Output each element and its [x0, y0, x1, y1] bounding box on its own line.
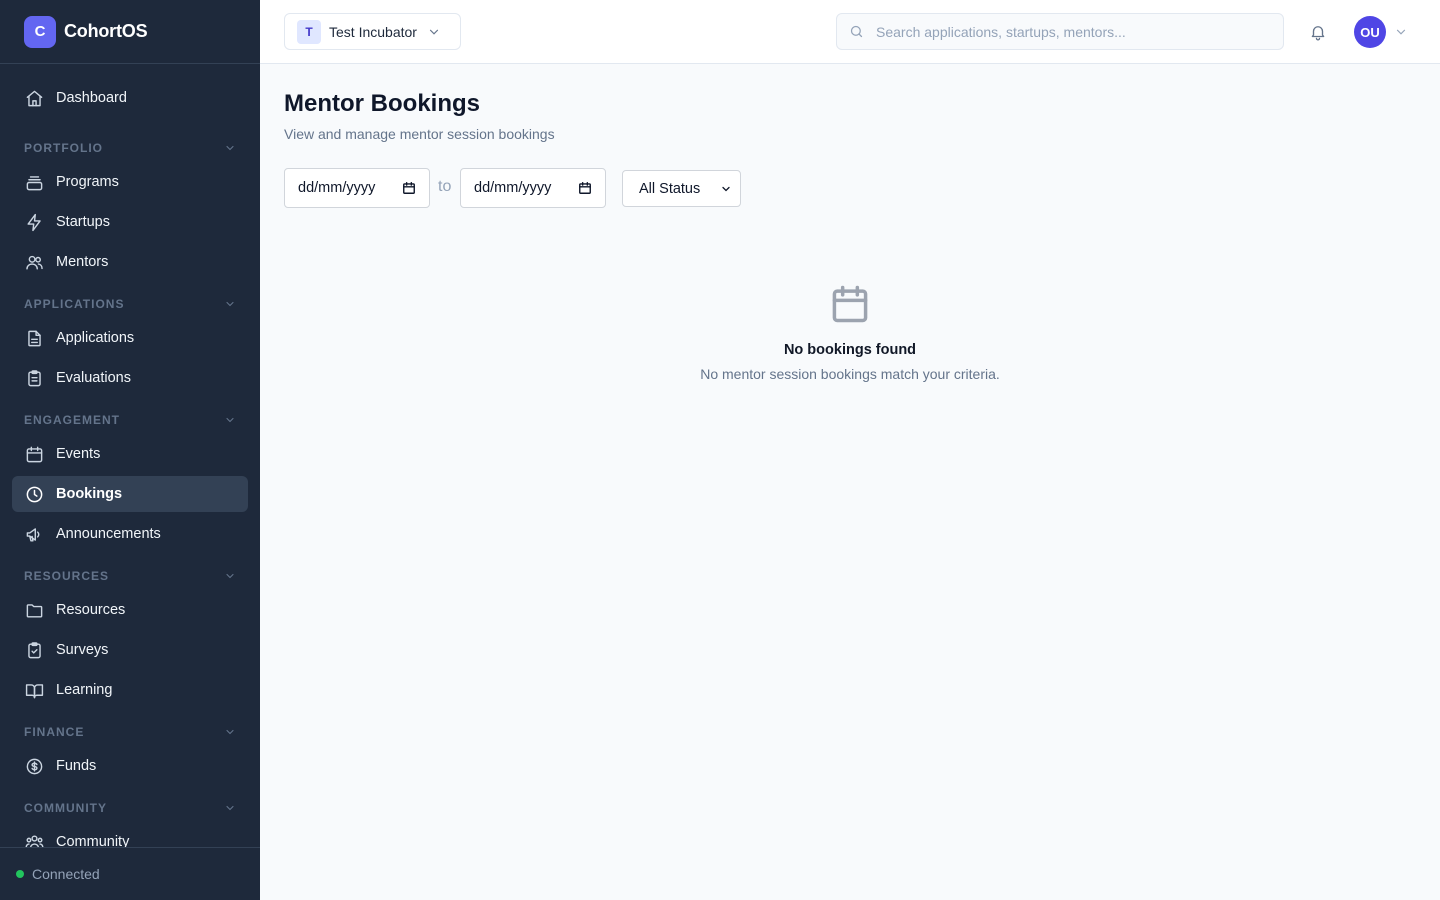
sidebar-item-label: Startups: [56, 214, 110, 230]
book-open-icon: [24, 680, 44, 700]
section-label: ENGAGEMENT: [24, 413, 121, 427]
sidebar: C CohortOS Dashboard PORTFOLIO Programs …: [0, 0, 260, 900]
section-label: COMMUNITY: [24, 801, 107, 815]
sidebar-item-learning[interactable]: Learning: [12, 672, 248, 708]
page-title: Mentor Bookings: [284, 90, 480, 117]
section-finance-toggle[interactable]: FINANCE: [24, 722, 236, 742]
chevron-down-icon: [224, 298, 236, 310]
sidebar-item-community[interactable]: Community: [12, 824, 248, 847]
section-engagement-toggle[interactable]: ENGAGEMENT: [24, 410, 236, 430]
main-content: Mentor Bookings View and manage mentor s…: [284, 64, 1416, 900]
start-date-input[interactable]: dd/mm/yyyy: [284, 168, 430, 208]
sidebar-item-mentors[interactable]: Mentors: [12, 244, 248, 280]
search-icon: [849, 24, 864, 39]
clock-icon: [24, 484, 44, 504]
org-avatar: T: [297, 19, 321, 44]
sidebar-item-label: Learning: [56, 682, 113, 698]
notifications-bell-icon[interactable]: [1306, 20, 1330, 44]
search-box[interactable]: [836, 13, 1284, 50]
sidebar-item-resources[interactable]: Resources: [12, 592, 248, 628]
chevron-down-icon: [224, 802, 236, 814]
sidebar-item-announcements[interactable]: Announcements: [12, 516, 248, 552]
sidebar-item-label: Applications: [56, 330, 135, 346]
org-switcher[interactable]: T Test Incubator: [284, 13, 461, 50]
status-dot: [16, 870, 24, 878]
sidebar-item-bookings[interactable]: Bookings: [12, 476, 248, 512]
sidebar-item-startups[interactable]: Startups: [12, 204, 248, 240]
sidebar-item-applications[interactable]: Applications: [12, 320, 248, 356]
sidebar-item-label: Funds: [56, 758, 97, 774]
sidebar-item-label: Dashboard: [56, 90, 127, 106]
clipboard-check-icon: [24, 640, 44, 660]
calendar-icon: [284, 282, 1416, 326]
calendar-picker-icon[interactable]: [402, 181, 416, 195]
empty-state-description: No mentor session bookings match your cr…: [700, 366, 1000, 382]
sidebar-item-funds[interactable]: Funds: [12, 748, 248, 784]
section-label: RESOURCES: [24, 569, 110, 583]
connection-status: Connected: [0, 847, 260, 900]
sidebar-item-label: Evaluations: [56, 370, 131, 386]
folder-icon: [24, 600, 44, 620]
section-community-toggle[interactable]: COMMUNITY: [24, 798, 236, 818]
chevron-down-icon: [427, 25, 441, 39]
chevron-down-icon: [720, 183, 732, 195]
section-portfolio-toggle[interactable]: PORTFOLIO: [24, 138, 236, 158]
sidebar-item-surveys[interactable]: Surveys: [12, 632, 248, 668]
sidebar-item-label: Events: [56, 446, 101, 462]
user-menu[interactable]: OU: [1354, 16, 1408, 48]
empty-state-title: No bookings found: [783, 342, 917, 358]
clipboard-list-icon: [24, 368, 44, 388]
calendar-picker-icon[interactable]: [578, 181, 592, 195]
top-header: T Test Incubator OU: [260, 0, 1440, 64]
chevron-down-icon: [224, 726, 236, 738]
chevron-down-icon: [224, 414, 236, 426]
page-subtitle: View and manage mentor session bookings: [284, 126, 555, 142]
users-icon: [24, 252, 44, 272]
start-date-value: dd/mm/yyyy: [298, 180, 376, 196]
chevron-down-icon: [224, 570, 236, 582]
brand-name: CohortOS: [64, 21, 148, 41]
calendar-icon: [24, 444, 44, 464]
end-date-value: dd/mm/yyyy: [474, 180, 552, 196]
avatar: OU: [1354, 16, 1386, 48]
section-applications-toggle[interactable]: APPLICATIONS: [24, 294, 236, 314]
brand-logo: C: [24, 15, 56, 48]
sidebar-item-events[interactable]: Events: [12, 436, 248, 472]
sidebar-nav: Dashboard PORTFOLIO Programs Startups Me…: [0, 64, 260, 847]
status-label: Connected: [32, 866, 100, 882]
section-label: FINANCE: [24, 725, 85, 739]
sidebar-item-label: Bookings: [56, 486, 123, 502]
status-filter-select[interactable]: All Status: [622, 170, 741, 207]
org-name: Test Incubator: [329, 23, 417, 40]
user-group-icon: [24, 832, 44, 847]
chevron-down-icon: [224, 142, 236, 154]
sidebar-item-programs[interactable]: Programs: [12, 164, 248, 200]
sidebar-item-label: Mentors: [56, 254, 109, 270]
section-label: APPLICATIONS: [24, 297, 125, 311]
date-range-separator: to: [438, 178, 452, 195]
megaphone-icon: [24, 524, 44, 544]
dollar-circle-icon: [24, 756, 44, 776]
lightning-icon: [24, 212, 44, 232]
search-input[interactable]: [876, 23, 1266, 40]
sidebar-item-label: Resources: [56, 602, 126, 618]
sidebar-item-label: Community: [56, 834, 130, 847]
section-label: PORTFOLIO: [24, 141, 103, 155]
sidebar-item-evaluations[interactable]: Evaluations: [12, 360, 248, 396]
sidebar-item-label: Surveys: [56, 642, 109, 658]
end-date-input[interactable]: dd/mm/yyyy: [460, 168, 606, 208]
status-filter-value: All Status: [639, 180, 701, 197]
sidebar-item-label: Programs: [56, 174, 119, 190]
sidebar-item-dashboard[interactable]: Dashboard: [12, 80, 248, 116]
document-icon: [24, 328, 44, 348]
home-icon: [24, 88, 44, 108]
brand[interactable]: C CohortOS: [0, 0, 260, 64]
sidebar-item-label: Announcements: [56, 526, 161, 542]
empty-state: No bookings found No mentor session book…: [284, 282, 1416, 382]
chevron-down-icon: [1394, 25, 1408, 39]
layers-icon: [24, 172, 44, 192]
section-resources-toggle[interactable]: RESOURCES: [24, 566, 236, 586]
